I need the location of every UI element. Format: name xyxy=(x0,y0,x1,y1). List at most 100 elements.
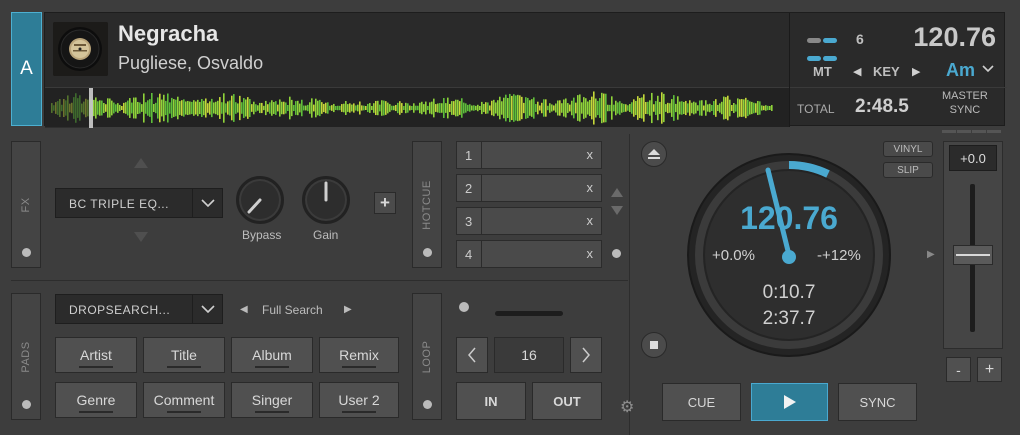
key-up-icon[interactable]: ▶ xyxy=(912,65,920,78)
pads-mode: DROPSEARCH... xyxy=(69,303,171,317)
pad-comment[interactable]: Comment xyxy=(143,382,225,418)
elapsed-time: 0:10.7 xyxy=(762,282,816,303)
pad-label: Album xyxy=(252,347,292,363)
pad-label: Singer xyxy=(251,392,293,408)
deck-a-label[interactable]: A xyxy=(11,12,42,126)
fx-prev-icon[interactable] xyxy=(134,158,148,168)
hotcue-clear-icon[interactable]: x xyxy=(587,180,594,195)
sync-label: SYNC xyxy=(949,104,981,116)
pitch-minus-button[interactable]: - xyxy=(946,357,971,382)
pad-user2[interactable]: User 2 xyxy=(319,382,399,418)
pitch-arrow-icon[interactable]: ▶ xyxy=(927,249,935,260)
album-art xyxy=(53,22,108,76)
pitch-value[interactable]: +0.0 xyxy=(949,145,997,171)
hotcue-page-down-icon[interactable] xyxy=(611,206,623,215)
fx-effect-name: BC TRIPLE EQ... xyxy=(69,197,169,211)
master-sync-leds xyxy=(942,120,1002,138)
play-button[interactable] xyxy=(751,383,828,421)
pads-tab[interactable]: PADS xyxy=(11,293,41,420)
hotcue-2[interactable]: 2 x xyxy=(456,174,602,202)
deck-status-panel: 6 120.76 MT ◀ KEY ▶ Am TOTAL 2:48.5 MAST… xyxy=(789,13,1007,133)
gain-knob[interactable] xyxy=(302,176,350,224)
fx-next-icon[interactable] xyxy=(134,232,148,242)
fx-led xyxy=(22,248,31,257)
deck-letter: A xyxy=(20,58,33,79)
pads-page-label: Full Search xyxy=(262,303,323,317)
waveform-overview[interactable] xyxy=(45,87,789,128)
key-value[interactable]: Am xyxy=(946,60,975,81)
pitch-plus-button[interactable]: + xyxy=(977,357,1002,382)
pad-title[interactable]: Title xyxy=(143,337,225,373)
bypass-knob[interactable] xyxy=(236,176,284,224)
pitch-fader-handle[interactable] xyxy=(953,245,993,265)
master-tempo-button[interactable]: MT xyxy=(813,64,832,79)
hotcue-number: 2 xyxy=(465,181,473,196)
total-time: 2:48.5 xyxy=(855,96,909,117)
pad-remix[interactable]: Remix xyxy=(319,337,399,373)
hotcue-tab-label: HOTCUE xyxy=(421,179,433,230)
chevron-down-icon xyxy=(192,189,222,217)
loop-in-button[interactable]: IN xyxy=(456,382,526,420)
bypass-label: Bypass xyxy=(242,228,282,242)
pad-label: Comment xyxy=(153,392,215,408)
cue-button[interactable]: CUE xyxy=(662,383,741,421)
pad-label: Genre xyxy=(76,392,116,408)
pad-genre[interactable]: Genre xyxy=(55,382,137,418)
time-info: TOTAL 2:48.5 MASTER SYNC xyxy=(790,87,1007,133)
pads-led xyxy=(22,400,31,409)
hotcue-tab[interactable]: HOTCUE xyxy=(412,141,442,268)
pad-label: Remix xyxy=(339,347,379,363)
loop-led-indicator xyxy=(459,302,469,312)
gain-label: Gain xyxy=(313,228,339,242)
pad-label: Artist xyxy=(80,347,112,363)
fx-tab-label: FX xyxy=(20,196,32,213)
remaining-time: 2:37.7 xyxy=(762,308,816,329)
stop-button[interactable] xyxy=(641,332,667,358)
pad-singer[interactable]: Singer xyxy=(231,382,313,418)
hotcue-4[interactable]: 4 x xyxy=(456,240,602,268)
pad-label: User 2 xyxy=(338,392,380,408)
key-label: KEY xyxy=(873,64,900,79)
hotcue-number: 1 xyxy=(465,148,473,163)
hotcue-led xyxy=(423,248,432,257)
key-down-icon[interactable]: ◀ xyxy=(853,65,861,78)
hotcue-clear-icon[interactable]: x xyxy=(587,246,594,261)
hotcue-clear-icon[interactable]: x xyxy=(587,213,594,228)
hotcue-clear-icon[interactable]: x xyxy=(587,147,594,162)
jog-bpm: 120.76 xyxy=(740,200,838,236)
eject-button[interactable] xyxy=(641,141,667,167)
bpm-display[interactable]: 120.76 xyxy=(913,22,996,53)
fx-select[interactable]: BC TRIPLE EQ... xyxy=(55,188,223,218)
sync-button[interactable]: SYNC xyxy=(838,383,917,421)
fx-add-button[interactable]: + xyxy=(374,192,396,214)
master-sync-button[interactable]: MASTER SYNC xyxy=(942,89,988,117)
fx-tab[interactable]: FX xyxy=(11,141,41,268)
pitch-panel: +0.0 xyxy=(943,141,1003,349)
track-title: Negracha xyxy=(118,21,219,46)
loop-led xyxy=(423,400,432,409)
hotcue-1[interactable]: 1 x xyxy=(456,141,602,169)
pad-artist[interactable]: Artist xyxy=(55,337,137,373)
pad-label: Title xyxy=(171,347,197,363)
loop-halve-button[interactable] xyxy=(456,337,488,373)
deck-number: 6 xyxy=(856,31,864,47)
hotcue-3[interactable]: 3 x xyxy=(456,207,602,235)
loop-length[interactable]: 16 xyxy=(494,337,564,373)
pads-prev-icon[interactable]: ◀ xyxy=(240,304,248,315)
hotcue-page-up-icon[interactable] xyxy=(611,188,623,197)
pad-album[interactable]: Album xyxy=(231,337,313,373)
pads-next-icon[interactable]: ▶ xyxy=(344,304,352,315)
chevron-down-icon xyxy=(192,295,222,323)
loop-out-button[interactable]: OUT xyxy=(532,382,602,420)
divider xyxy=(629,134,630,435)
loop-progress xyxy=(495,311,563,316)
jog-wheel[interactable]: 120.76 +0.0% -+12% 0:10.7 2:37.7 xyxy=(686,152,892,358)
pads-mode-select[interactable]: DROPSEARCH... xyxy=(55,294,223,324)
loop-double-button[interactable] xyxy=(570,337,602,373)
deck-root: A Negracha Pugliese, Osvaldo 6 120.76 MT… xyxy=(0,0,1020,435)
chevron-down-icon[interactable] xyxy=(982,61,994,76)
layers-icon[interactable] xyxy=(806,31,838,67)
gear-icon[interactable]: ⚙ xyxy=(620,397,634,417)
pads-tab-label: PADS xyxy=(20,340,32,373)
loop-tab[interactable]: LOOP xyxy=(412,293,442,420)
